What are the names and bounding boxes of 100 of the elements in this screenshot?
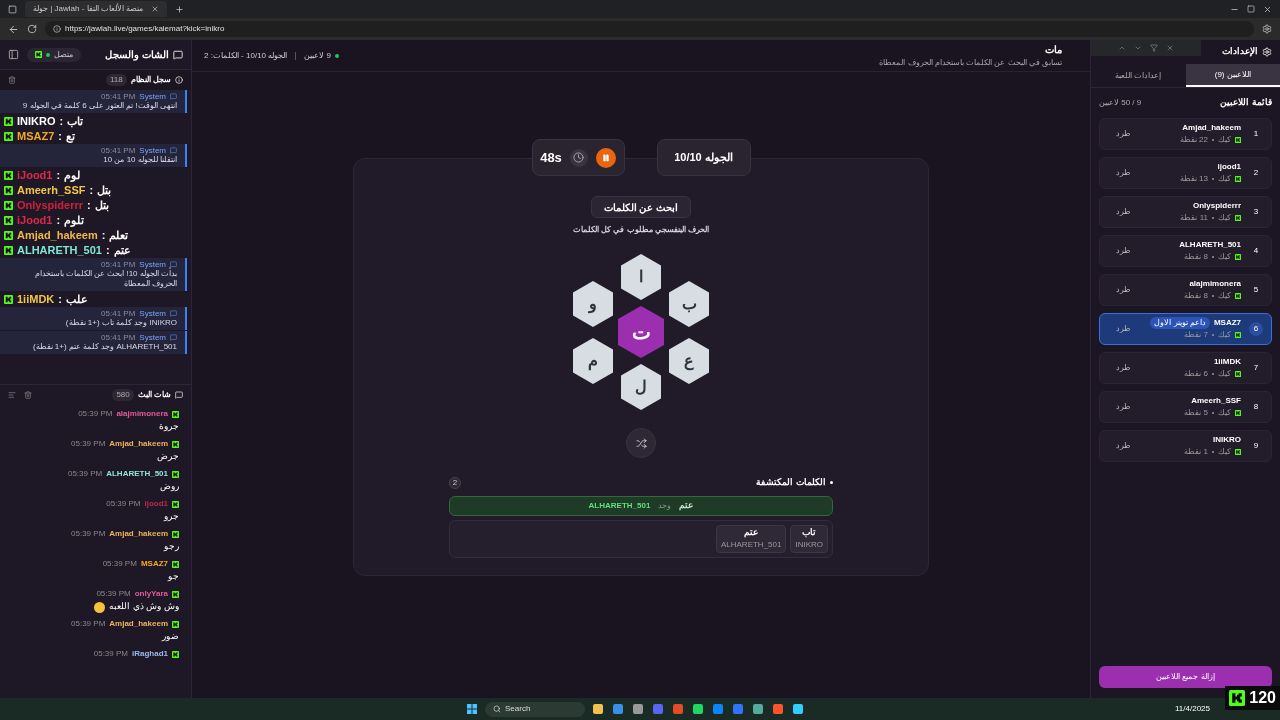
stream-username: Amjad_hakeem [17, 228, 98, 242]
k-logo-icon [1235, 175, 1241, 182]
maximize-icon[interactable] [1247, 5, 1255, 13]
stream-username: 1iiMDK [17, 292, 55, 306]
kick-button[interactable]: طرد [1108, 205, 1138, 218]
center-letter-hex[interactable]: ت [618, 306, 664, 358]
stream-username: ALHARETH_501 [17, 243, 102, 257]
reload-icon[interactable] [27, 24, 37, 34]
chat-username: alajmimonera [116, 408, 168, 420]
k-logo-icon [1235, 409, 1241, 416]
sender-name: System [139, 92, 166, 101]
log-message: بدأت الجوله 10! ابحث عن الكلمات باستخدام الحروف المعطاة [33, 269, 177, 289]
panel-toggle-icon[interactable] [8, 49, 19, 60]
player-capacity: 9 / 50 لاعبين [1099, 96, 1142, 109]
letter-hex[interactable]: و [573, 281, 613, 327]
separator: : [59, 114, 64, 128]
k-logo-icon [172, 440, 179, 448]
stream-username: INIKRO [17, 114, 56, 128]
panel-title: الإعدادات [1222, 45, 1258, 59]
message-time: 05:39 PM [78, 408, 113, 420]
k-logo-icon [172, 530, 179, 538]
message-time: 05:39 PM [106, 498, 141, 510]
windows-icon[interactable] [467, 704, 477, 714]
close-icon[interactable] [1166, 44, 1174, 52]
player-platform: كيك [1218, 211, 1231, 224]
browser-tab[interactable]: جولة | Jawlah - منصة الألعاب التفا [25, 1, 167, 17]
letter-hex[interactable]: ل [621, 364, 661, 410]
k-logo-icon [4, 294, 13, 304]
address-bar[interactable]: https://jawlah.live/games/kalemat?kick=inikro [45, 21, 1254, 37]
stream-word: تعلم [109, 228, 129, 242]
filter-icon[interactable] [1150, 44, 1158, 52]
kick-button[interactable]: طرد [1108, 127, 1138, 140]
letter-hex[interactable]: ع [669, 338, 709, 384]
chat-username: MSAZ7 [140, 558, 168, 570]
k-logo-icon [4, 185, 13, 195]
tab[interactable]: إعدادات اللعبة [1091, 64, 1186, 87]
settings-icon[interactable] [1262, 24, 1272, 34]
taskbar-search[interactable]: Search [485, 701, 585, 717]
list-icon[interactable] [8, 390, 16, 399]
page-subtitle: تسابق في البحث عن الكلمات باستخدام الحروف المعطاة [879, 57, 1062, 69]
player-points: 7 نقطة [1184, 328, 1208, 341]
message-time: 05:41 PM [101, 309, 136, 318]
kick-button[interactable]: طرد [1108, 400, 1138, 413]
supporter-badge: داعم تويتر الاول [1150, 316, 1210, 329]
close-icon[interactable] [151, 5, 159, 13]
section-title: سجل النظام [130, 74, 171, 86]
stream-username: iJood1 [17, 168, 53, 182]
delete-icon[interactable] [24, 390, 32, 399]
chat-username: ALHARETH_501 [106, 468, 168, 480]
letter-hex[interactable]: م [573, 338, 613, 384]
kick-button[interactable]: طرد [1108, 439, 1138, 452]
chat-username: ijood1 [144, 498, 168, 510]
tab-actions-icon[interactable] [8, 4, 17, 14]
message-time: 05:41 PM [101, 146, 136, 155]
count-badge: 580 [112, 388, 134, 401]
kick-button[interactable]: طرد [1108, 166, 1138, 179]
k-logo-icon [35, 51, 42, 58]
letter-hex[interactable]: ب [669, 281, 709, 327]
player-platform: كيك [1218, 250, 1231, 263]
player-platform: كيك [1218, 328, 1231, 341]
sender-name: System [139, 309, 166, 318]
k-logo-icon [4, 215, 13, 225]
pause-button[interactable] [595, 147, 616, 168]
remove-all-button[interactable]: إزالة جميع اللاعبين [1099, 666, 1272, 688]
tab[interactable]: اللاعبين (9) [1185, 64, 1280, 87]
k-logo-icon [172, 410, 179, 418]
info-icon [175, 76, 183, 84]
chat-icon [173, 49, 183, 60]
player-name: ALHARETH_501 [1179, 238, 1241, 251]
k-logo-icon [1235, 292, 1241, 299]
sender-name: System [139, 260, 166, 269]
close-icon[interactable] [1263, 4, 1272, 14]
kick-button[interactable]: طرد [1108, 283, 1138, 296]
player-name: Onlyspiderrr [1193, 199, 1241, 212]
letter-hex[interactable]: ا [621, 254, 661, 300]
round-info: الجوله 10/10 - الكلمات: 2 [204, 49, 288, 62]
back-icon[interactable] [8, 23, 19, 35]
up-icon[interactable] [1118, 44, 1126, 52]
chat-username: Amjad_hakeem [109, 528, 168, 540]
k-logo-icon [1235, 370, 1241, 377]
kick-button[interactable]: طرد [1108, 361, 1138, 374]
shuffle-button[interactable] [626, 428, 656, 458]
hint-text: الحرف البنفسجي مطلوب في كل الكلمات [572, 224, 710, 236]
kick-button[interactable]: طرد [1108, 322, 1138, 335]
chat-message: جو [168, 570, 179, 584]
page-title: مات [1044, 43, 1062, 57]
kick-button[interactable]: طرد [1108, 244, 1138, 257]
k-logo-icon [4, 170, 13, 180]
new-tab-icon[interactable] [175, 4, 184, 14]
chat-message: جروة [159, 420, 179, 434]
k-logo-icon [1229, 690, 1246, 706]
message-time: 05:39 PM [96, 588, 131, 600]
timer-value: 48s [540, 148, 562, 167]
down-icon[interactable] [1134, 44, 1142, 52]
delete-icon[interactable] [8, 76, 16, 84]
bullet-icon [830, 481, 833, 485]
separator: : [87, 198, 91, 212]
player-points: 8 نقطة [1184, 250, 1208, 263]
list-title: قائمة اللاعبين [1220, 96, 1272, 110]
separator: : [101, 228, 106, 242]
